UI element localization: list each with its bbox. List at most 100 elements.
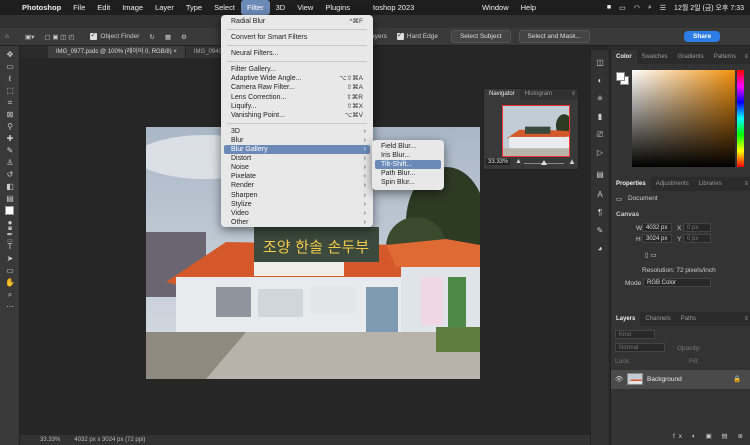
path-selection-tool-icon[interactable]: ➤ <box>4 254 16 264</box>
tab-properties[interactable]: Properties <box>611 177 651 191</box>
paths-icon[interactable]: ▮ <box>595 112 605 122</box>
control-center-icon[interactable]: ☰ <box>660 4 666 12</box>
menu-help[interactable]: Help <box>515 0 542 15</box>
styles-icon[interactable]: ✳ <box>595 94 605 104</box>
zoom-tool-icon[interactable]: ⌕ <box>4 290 16 300</box>
share-button[interactable]: Share <box>684 31 721 42</box>
menu-window[interactable]: Window <box>476 0 515 15</box>
tab-adjustments[interactable]: Adjustments <box>651 177 694 191</box>
close-icon[interactable]: × <box>173 49 177 55</box>
clock[interactable]: 12월 2일 (금) 오후 7:33 <box>674 3 744 13</box>
screen-mode-icon[interactable]: ▭ <box>4 236 16 246</box>
menu-plugins[interactable]: Plugins <box>319 0 356 15</box>
panel-menu-icon[interactable]: ≡ <box>741 50 750 64</box>
layer-actions-icons[interactable]: fx ◐ ▣ ▤ ⊕ 🗑 <box>673 432 750 440</box>
blend-mode-select[interactable]: Normal <box>615 343 665 352</box>
settings-gear-icon[interactable]: ⚙ <box>176 33 192 41</box>
color-picker-field[interactable] <box>632 70 735 167</box>
menu-item-3d[interactable]: 3D › <box>221 127 373 136</box>
crop-tool-icon[interactable]: ⌗ <box>4 98 16 108</box>
search-icon[interactable]: ⌕ <box>648 4 652 12</box>
character-icon[interactable]: A <box>595 190 605 200</box>
menu-item-filter-gallery[interactable]: Filter Gallery... <box>221 65 373 74</box>
tab-layers[interactable]: Layers <box>611 312 641 326</box>
menu-item-other[interactable]: Other › <box>221 218 373 227</box>
submenu-item-field-blur[interactable]: Field Blur... <box>372 142 444 151</box>
y-field[interactable]: 0 px <box>683 234 711 243</box>
info-icon[interactable]: ▤ <box>595 170 605 180</box>
menu-type[interactable]: Type <box>180 0 208 15</box>
libraries-icon[interactable]: ◫ <box>595 58 605 68</box>
tab-gradients[interactable]: Gradients <box>673 50 709 64</box>
object-selection-tool-icon[interactable]: ⬚ <box>4 86 16 96</box>
menu-layer[interactable]: Layer <box>149 0 180 15</box>
zoom-in-icon[interactable]: ▲ <box>568 157 576 166</box>
wifi-icon[interactable]: ◠ <box>634 4 640 12</box>
menu-item-render[interactable]: Render › <box>221 181 373 190</box>
visibility-eye-icon[interactable]: 👁 <box>615 375 623 383</box>
color-wheel-icon[interactable]: ◕ <box>595 244 605 254</box>
gradient-tool-icon[interactable]: ▤ <box>4 194 16 204</box>
tab-channels[interactable]: Channels <box>640 312 675 326</box>
menu-item-neural-filters[interactable]: Neural Filters... <box>221 49 373 58</box>
lasso-tool-icon[interactable]: ℓ <box>4 74 16 84</box>
submenu-item-iris-blur[interactable]: Iris Blur... <box>372 151 444 160</box>
menu-select[interactable]: Select <box>208 0 241 15</box>
doc-tab-active[interactable]: IMG_0977.psdc @ 100% (레이어 0, RGB/8) × <box>48 46 186 58</box>
tab-paths[interactable]: Paths <box>676 312 701 326</box>
layer-filter-kind[interactable]: Kind <box>615 330 655 339</box>
object-finder-checkbox[interactable] <box>90 31 98 40</box>
layer-name[interactable]: Background <box>647 376 682 383</box>
paragraph-icon[interactable]: ¶ <box>595 208 605 218</box>
history-icon[interactable]: ⎚ <box>595 130 605 140</box>
submenu-item-path-blur[interactable]: Path Blur... <box>372 169 444 178</box>
camera-icon[interactable]: ■ <box>607 4 611 11</box>
orientation-icons[interactable]: ▯ ▭ <box>645 251 657 259</box>
tool-preset-icon[interactable]: ▣▾ <box>20 33 39 41</box>
mode-select[interactable]: RGB Color <box>643 278 711 287</box>
foreground-color-swatch[interactable] <box>5 206 14 215</box>
more-tools-icon[interactable]: ⋯ <box>4 302 16 312</box>
panel-menu-icon[interactable]: ≡ <box>568 89 578 100</box>
menu-item-video[interactable]: Video › <box>221 209 373 218</box>
submenu-item-spin-blur[interactable]: Spin Blur... <box>372 178 444 187</box>
menu-edit[interactable]: Edit <box>91 0 116 15</box>
menu-item-adaptive-wide-angle[interactable]: Adaptive Wide Angle... ⌥⇧⌘A <box>221 74 373 83</box>
panel-menu-icon[interactable]: ≡ <box>741 177 750 191</box>
hard-edge-checkbox[interactable] <box>396 31 404 40</box>
hard-edge-toggle[interactable]: Hard Edge <box>392 31 443 40</box>
select-and-mask-button[interactable]: Select and Mask... <box>518 30 591 43</box>
brushes-icon[interactable]: ✎ <box>595 226 605 236</box>
tab-swatches[interactable]: Swatches <box>637 50 673 64</box>
show-all-icon[interactable]: ▦ <box>160 33 176 41</box>
menu-file[interactable]: File <box>67 0 91 15</box>
navigator-slider-handle[interactable] <box>541 160 547 165</box>
menu-filter[interactable]: Filter <box>240 0 270 15</box>
menu-item-camera-raw[interactable]: Camera Raw Filter... ⇧⌘A <box>221 83 373 92</box>
frame-tool-icon[interactable]: ⊠ <box>4 110 16 120</box>
panel-menu-icon[interactable]: ≡ <box>741 312 750 326</box>
menu-item-stylize[interactable]: Stylize › <box>221 200 373 209</box>
adjustments-icon[interactable]: ◐ <box>595 76 605 86</box>
x-field[interactable]: 0 px <box>683 223 711 232</box>
menu-item-lens-correction[interactable]: Lens Correction... ⇧⌘R <box>221 93 373 102</box>
menu-item-blur-gallery[interactable]: Blur Gallery › <box>224 145 370 155</box>
eraser-tool-icon[interactable]: ◧ <box>4 182 16 192</box>
menu-item-convert-smart-filters[interactable]: Convert for Smart Filters <box>221 33 373 42</box>
menu-item-noise[interactable]: Noise › <box>221 163 373 172</box>
menu-item-distort[interactable]: Distort › <box>221 154 373 163</box>
hue-slider[interactable] <box>737 70 744 167</box>
tab-patterns[interactable]: Patterns <box>709 50 741 64</box>
layer-row[interactable]: 👁 Background 🔒 <box>611 370 750 389</box>
tab-color[interactable]: Color <box>611 50 637 64</box>
width-field[interactable]: 4032 px <box>642 223 672 232</box>
menu-item-blur[interactable]: Blur › <box>221 136 373 145</box>
healing-brush-tool-icon[interactable]: ✚ <box>4 134 16 144</box>
brush-tool-icon[interactable]: ✎ <box>4 146 16 156</box>
rectangle-tool-icon[interactable]: ▭ <box>4 266 16 276</box>
selection-mode-icons[interactable]: ▢ ▣ ◫ ◰ <box>39 33 79 41</box>
home-icon[interactable]: ⌂ <box>0 33 20 40</box>
navigator-thumbnail[interactable] <box>502 105 570 157</box>
tab-libraries[interactable]: Libraries <box>694 177 727 191</box>
history-brush-tool-icon[interactable]: ↺ <box>4 170 16 180</box>
